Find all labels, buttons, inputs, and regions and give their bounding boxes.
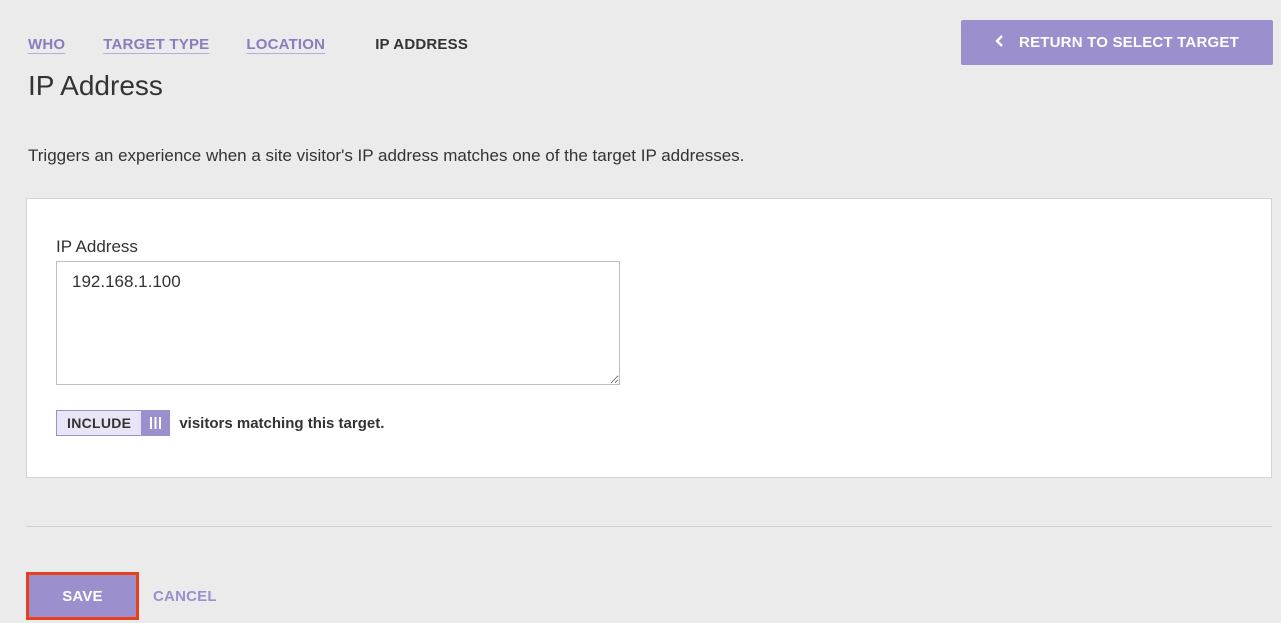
cancel-link[interactable]: CANCEL (153, 588, 217, 605)
ip-address-textarea[interactable] (56, 261, 620, 385)
page-title: IP Address (28, 70, 163, 101)
breadcrumb-location[interactable]: LOCATION (246, 36, 325, 53)
ip-address-label: IP Address (56, 237, 138, 256)
save-button[interactable]: SAVE (26, 572, 139, 620)
include-toggle-row: INCLUDE visitors matching this target. (56, 410, 384, 436)
ip-address-card: IP Address INCLUDE visitors matching thi… (26, 198, 1272, 478)
page-description: Triggers an experience when a site visit… (28, 146, 745, 165)
return-to-select-target-button[interactable]: RETURN TO SELECT TARGET (961, 20, 1273, 65)
page: WHO TARGET TYPE LOCATION IP ADDRESS RETU… (0, 0, 1281, 623)
breadcrumb-target-type[interactable]: TARGET TYPE (103, 36, 209, 53)
include-exclude-toggle[interactable]: INCLUDE (56, 410, 171, 436)
footer-divider (26, 526, 1272, 527)
breadcrumb-who[interactable]: WHO (28, 36, 65, 53)
breadcrumb: WHO TARGET TYPE LOCATION IP ADDRESS (28, 36, 468, 53)
grip-icon (141, 411, 170, 435)
toggle-suffix-text: visitors matching this target. (179, 414, 385, 432)
breadcrumb-ip-address: IP ADDRESS (375, 36, 469, 53)
return-button-label: RETURN TO SELECT TARGET (1019, 34, 1239, 51)
toggle-label: INCLUDE (57, 411, 142, 435)
chevron-left-icon (995, 34, 1005, 51)
